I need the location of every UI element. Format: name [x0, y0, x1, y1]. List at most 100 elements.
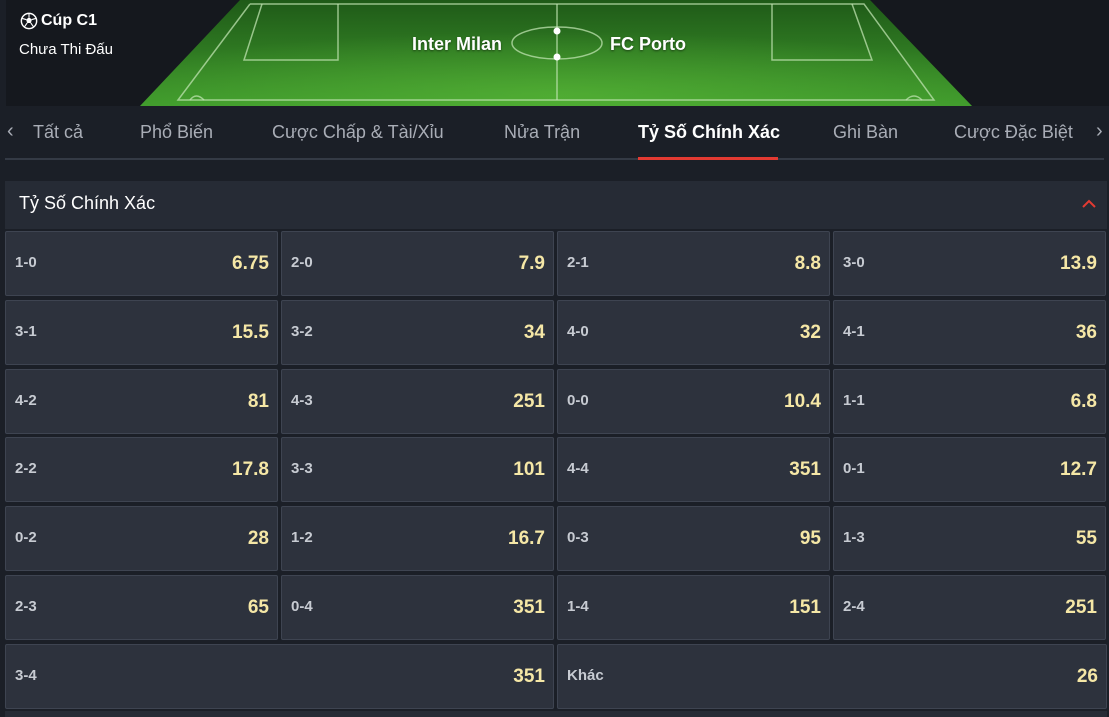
odds-value: 32	[799, 321, 821, 343]
score-label: 4-1	[843, 322, 865, 340]
home-team-name: Inter Milan	[412, 34, 503, 54]
chevron-up-icon[interactable]	[1081, 196, 1097, 212]
score-label: 3-3	[291, 460, 313, 478]
odds-cell[interactable]: 2-4 251	[833, 575, 1106, 640]
chevron-right-icon[interactable]: ›	[1096, 120, 1103, 143]
odds-cell[interactable]: 1-4 151	[557, 575, 830, 640]
tab-correct-score[interactable]: Tỷ Số Chính Xác	[638, 122, 780, 143]
tabs-divider	[5, 158, 1104, 160]
match-status: Chưa Thi Đấu	[19, 41, 113, 58]
odds-value: 251	[1065, 597, 1097, 618]
odds-value: 6.8	[1070, 390, 1097, 412]
odds-value: 26	[1076, 665, 1098, 687]
odds-cell[interactable]: 4-3 251	[281, 368, 554, 434]
soccer-ball-icon	[20, 12, 38, 30]
score-label: 0-4	[291, 598, 313, 615]
market-tabs: ‹ Tất cả Phổ Biến Cược Chấp & Tài/Xỉu Nử…	[0, 106, 1109, 160]
odds-value: 13.9	[1060, 253, 1097, 274]
odds-cell[interactable]: 3-2 34	[281, 299, 554, 365]
odds-value: 351	[513, 597, 545, 618]
odds-value: 251	[513, 390, 545, 412]
score-label: 1-4	[567, 598, 589, 615]
score-label: 2-4	[843, 598, 865, 615]
tab-popular[interactable]: Phổ Biến	[140, 122, 213, 143]
pitch-graphic	[140, 0, 972, 106]
score-label: 1-2	[291, 529, 313, 547]
score-label: 1-0	[15, 254, 37, 271]
odds-value: 28	[247, 528, 269, 550]
score-label: 3-2	[291, 322, 313, 340]
chevron-left-icon[interactable]: ‹	[7, 120, 14, 143]
odds-cell[interactable]: 1-2 16.7	[281, 506, 554, 572]
score-label: 4-2	[15, 391, 37, 409]
score-label: 2-3	[15, 598, 37, 615]
odds-value: 6.75	[232, 253, 269, 274]
score-label: Khác	[567, 666, 604, 684]
odds-value: 55	[1075, 528, 1097, 550]
odds-cell[interactable]: 4-2 81	[5, 368, 278, 434]
odds-value: 81	[247, 390, 269, 412]
score-label: 1-3	[843, 529, 865, 547]
odds-cell[interactable]: 0-1 12.7	[833, 437, 1106, 503]
odds-cell[interactable]: 1-1 6.8	[833, 368, 1106, 434]
score-label: 3-4	[15, 666, 37, 684]
odds-cell[interactable]: Khác 26	[557, 643, 1107, 709]
odds-value: 34	[523, 321, 545, 343]
score-label: 2-2	[15, 460, 37, 478]
section-title: Tỷ Số Chính Xác	[19, 193, 156, 213]
odds-value: 8.8	[794, 253, 821, 274]
odds-cell[interactable]: 0-2 28	[5, 506, 278, 572]
odds-cell[interactable]: 4-1 36	[833, 299, 1106, 365]
odds-cell[interactable]: 4-4 351	[557, 437, 830, 503]
score-label: 0-1	[843, 460, 865, 478]
odds-value: 351	[513, 665, 545, 687]
odds-value: 17.8	[232, 459, 269, 481]
odds-value: 36	[1075, 321, 1097, 343]
odds-cell[interactable]: 3-0 13.9	[833, 231, 1106, 296]
odds-cell[interactable]: 1-3 55	[833, 506, 1106, 572]
odds-value: 7.9	[518, 253, 545, 274]
bottom-strip	[5, 711, 1107, 717]
odds-cell[interactable]: 2-2 17.8	[5, 437, 278, 503]
odds-cell[interactable]: 2-1 8.8	[557, 231, 830, 296]
odds-cell[interactable]: 3-3 101	[281, 437, 554, 503]
odds-value: 65	[247, 597, 269, 618]
score-label: 4-0	[567, 322, 589, 340]
score-label: 3-1	[15, 322, 37, 340]
league-name: Cúp C1	[20, 12, 97, 30]
odds-cell[interactable]: 0-3 95	[557, 506, 830, 572]
correct-score-section-header[interactable]: Tỷ Số Chính Xác	[5, 181, 1107, 229]
odds-cell[interactable]: 2-0 7.9	[281, 231, 554, 296]
odds-value: 351	[789, 459, 821, 481]
score-label: 1-1	[843, 391, 865, 409]
odds-cell[interactable]: 0-0 10.4	[557, 368, 830, 434]
score-label: 4-4	[567, 460, 589, 478]
odds-value: 10.4	[784, 390, 821, 412]
odds-value: 15.5	[232, 321, 269, 343]
score-label: 2-0	[291, 254, 313, 271]
odds-value: 12.7	[1060, 459, 1097, 481]
odds-cell[interactable]: 2-3 65	[5, 575, 278, 640]
odds-cell[interactable]: 4-0 32	[557, 299, 830, 365]
active-tab-indicator	[638, 157, 778, 160]
tab-half-time[interactable]: Nửa Trận	[504, 122, 580, 143]
odds-cell[interactable]: 3-1 15.5	[5, 299, 278, 365]
odds-value: 151	[789, 597, 821, 618]
tab-handicap-over-under[interactable]: Cược Chấp & Tài/Xỉu	[272, 122, 444, 143]
tab-all[interactable]: Tất cả	[33, 122, 83, 143]
odds-value: 16.7	[508, 528, 545, 550]
tab-goal-scorer[interactable]: Ghi Bàn	[833, 122, 898, 143]
score-label: 0-2	[15, 529, 37, 547]
match-header: Cúp C1 Chưa Thi Đấu Inter Milan FC Porto	[0, 0, 1109, 106]
score-label: 0-3	[567, 529, 589, 547]
odds-value: 101	[513, 459, 545, 481]
odds-cell[interactable]: 1-0 6.75	[5, 231, 278, 296]
score-label: 0-0	[567, 391, 589, 409]
tab-special-bets[interactable]: Cược Đặc Biệt	[954, 122, 1073, 143]
score-label: 2-1	[567, 254, 589, 271]
score-label: 3-0	[843, 254, 865, 271]
odds-cell[interactable]: 0-4 351	[281, 575, 554, 640]
odds-cell[interactable]: 3-4 351	[5, 643, 554, 709]
away-team-name: FC Porto	[610, 34, 686, 54]
odds-value: 95	[799, 528, 821, 550]
